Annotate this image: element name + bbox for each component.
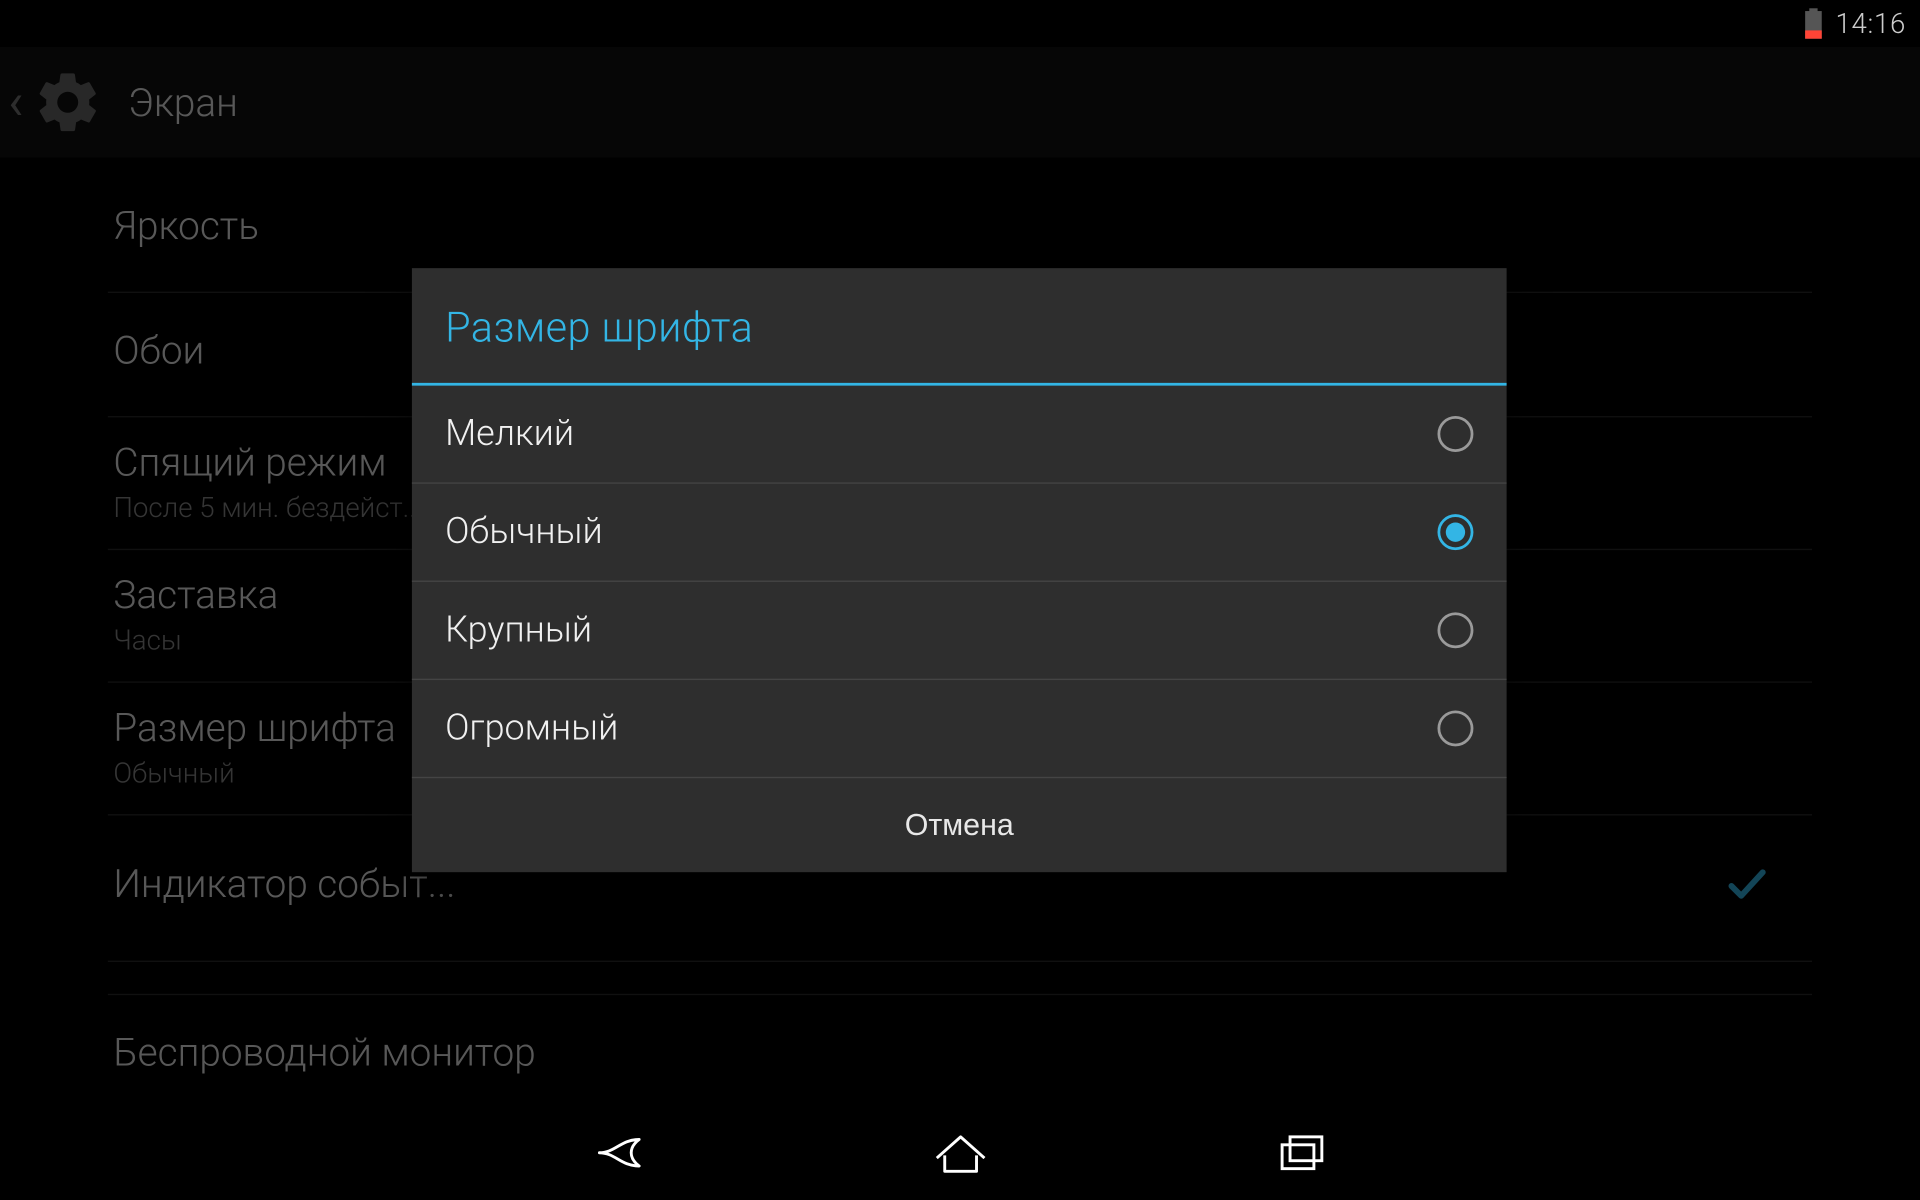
radio-icon[interactable] bbox=[1437, 612, 1473, 648]
radio-icon[interactable] bbox=[1437, 514, 1473, 550]
status-clock: 14:16 bbox=[1835, 7, 1906, 40]
recents-button[interactable] bbox=[1268, 1121, 1332, 1190]
status-bar: 14:16 bbox=[0, 0, 1920, 47]
battery-icon bbox=[1805, 8, 1822, 38]
option-label: Огромный bbox=[445, 708, 1437, 749]
home-button[interactable] bbox=[928, 1121, 992, 1190]
nav-bar bbox=[0, 1111, 1920, 1199]
option-label: Крупный bbox=[445, 610, 1437, 651]
dialog-title: Размер шрифта bbox=[412, 268, 1507, 383]
option-label: Обычный bbox=[445, 511, 1437, 552]
option-huge[interactable]: Огромный bbox=[412, 680, 1507, 778]
font-size-dialog: Размер шрифта Мелкий Обычный Крупный Огр… bbox=[412, 268, 1507, 872]
option-large[interactable]: Крупный bbox=[412, 582, 1507, 680]
option-small[interactable]: Мелкий bbox=[412, 386, 1507, 484]
cancel-button[interactable]: Отмена bbox=[412, 778, 1507, 872]
radio-icon[interactable] bbox=[1437, 416, 1473, 452]
option-label: Мелкий bbox=[445, 413, 1437, 454]
radio-icon[interactable] bbox=[1437, 710, 1473, 746]
back-button[interactable] bbox=[588, 1121, 652, 1190]
option-normal[interactable]: Обычный bbox=[412, 484, 1507, 582]
